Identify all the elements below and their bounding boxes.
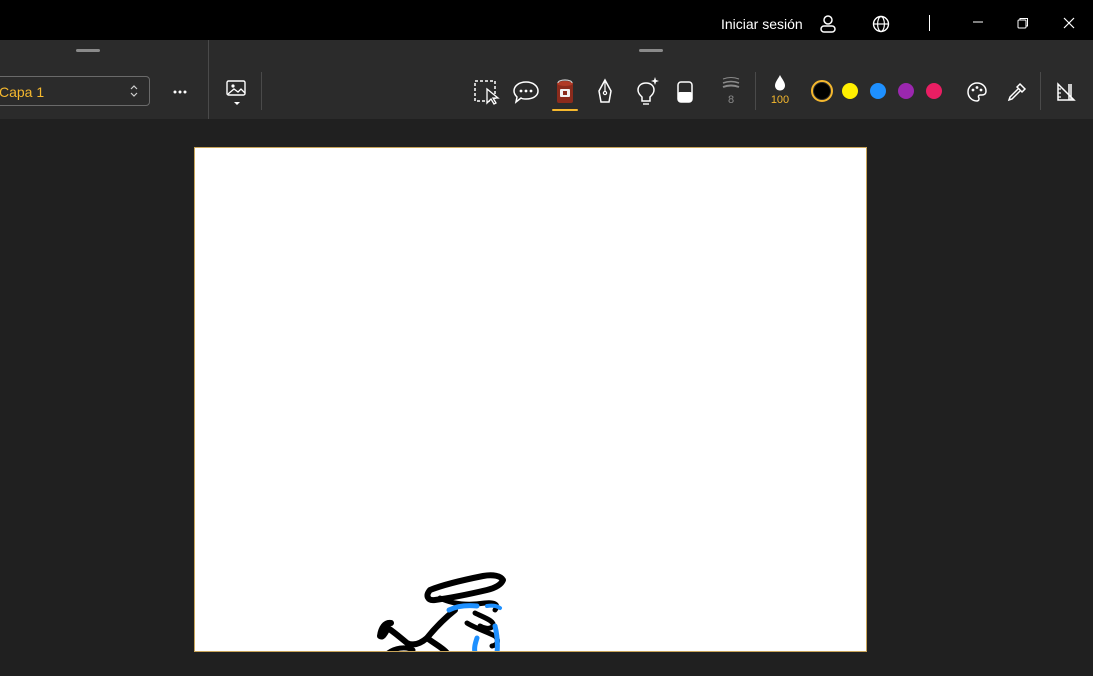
- fill-bucket-icon[interactable]: [554, 78, 576, 106]
- chevron-updown-icon: [128, 84, 140, 103]
- opacity-drop-icon[interactable]: [773, 74, 787, 92]
- toolbar-divider: [755, 72, 756, 110]
- ruler-icon[interactable]: [1055, 81, 1077, 103]
- title-bar: Iniciar sesión: [0, 0, 1093, 40]
- more-icon[interactable]: [170, 84, 190, 100]
- restore-icon[interactable]: [1016, 16, 1030, 35]
- active-tool-indicator: [552, 109, 578, 111]
- toolbar-divider: [208, 40, 209, 119]
- stroke-size-value: 8: [727, 94, 735, 106]
- globe-icon[interactable]: [871, 14, 891, 39]
- toolbar: Capa 1 8 100: [0, 40, 1093, 119]
- titlebar-divider: [929, 15, 930, 31]
- color-swatch-purple[interactable]: [898, 83, 914, 99]
- person-icon[interactable]: [819, 14, 837, 39]
- toolbar-divider: [261, 72, 262, 110]
- palette-icon[interactable]: [966, 81, 988, 103]
- color-swatch-black[interactable]: [814, 83, 830, 99]
- color-swatch-blue[interactable]: [870, 83, 886, 99]
- color-swatch-yellow[interactable]: [842, 83, 858, 99]
- text-tool-icon[interactable]: [512, 79, 540, 105]
- insert-image-icon[interactable]: [225, 78, 249, 108]
- color-swatch-pink[interactable]: [926, 83, 942, 99]
- glow-tool-icon[interactable]: [635, 75, 661, 107]
- pen-tool-icon[interactable]: [595, 78, 615, 106]
- panel-grip-left[interactable]: [76, 49, 100, 52]
- selection-tool-icon[interactable]: [473, 79, 503, 105]
- layer-select[interactable]: Capa 1: [0, 76, 150, 106]
- close-icon[interactable]: [1062, 16, 1076, 35]
- opacity-value: 100: [770, 94, 790, 106]
- drawing-strokes: [377, 572, 506, 651]
- stroke-size-icon[interactable]: [721, 76, 741, 92]
- sign-in-link[interactable]: Iniciar sesión: [721, 16, 803, 32]
- layer-select-value: Capa 1: [0, 84, 45, 100]
- toolbar-divider: [1040, 72, 1041, 110]
- eraser-icon[interactable]: [675, 79, 695, 105]
- panel-grip-right[interactable]: [639, 49, 663, 52]
- eyedropper-icon[interactable]: [1006, 81, 1028, 103]
- minimize-icon[interactable]: [970, 14, 986, 35]
- drawing-canvas[interactable]: [194, 147, 867, 652]
